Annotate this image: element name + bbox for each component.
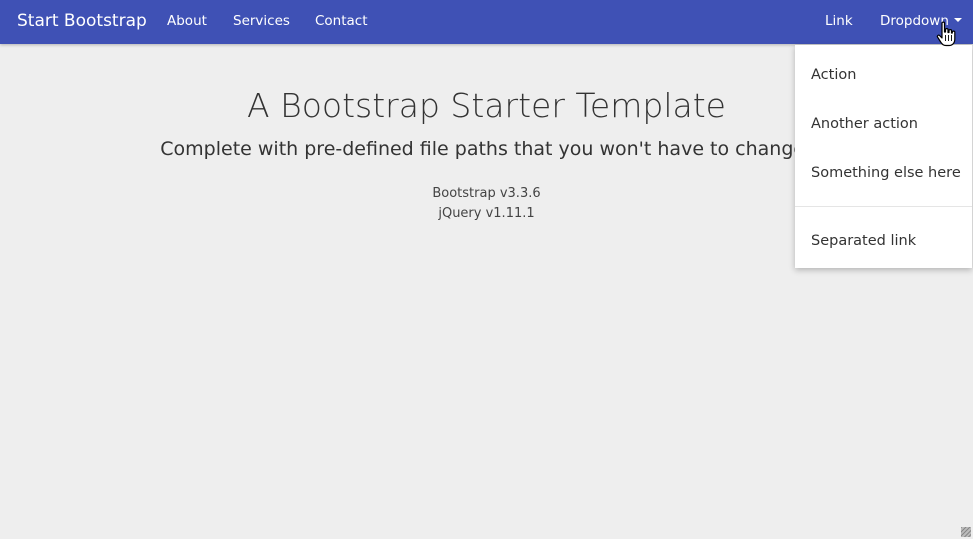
nav-link-services[interactable]: Services bbox=[233, 12, 290, 30]
menu-divider bbox=[795, 206, 972, 207]
menu-item-another-action[interactable]: Another action bbox=[811, 114, 918, 134]
top-navbar: Start Bootstrap About Services Contact L… bbox=[0, 0, 973, 44]
navbar-brand[interactable]: Start Bootstrap bbox=[17, 10, 147, 32]
menu-item-separated-link[interactable]: Separated link bbox=[811, 231, 916, 251]
nav-link-link[interactable]: Link bbox=[825, 12, 853, 30]
dropdown-menu: Action Another action Something else her… bbox=[795, 45, 972, 268]
nav-link-contact[interactable]: Contact bbox=[315, 12, 368, 30]
menu-item-something-else[interactable]: Something else here bbox=[811, 163, 961, 183]
nav-link-about[interactable]: About bbox=[167, 12, 207, 30]
resize-grip-icon[interactable] bbox=[961, 527, 971, 537]
menu-item-action[interactable]: Action bbox=[811, 65, 856, 85]
hand-pointer-icon bbox=[936, 21, 956, 47]
